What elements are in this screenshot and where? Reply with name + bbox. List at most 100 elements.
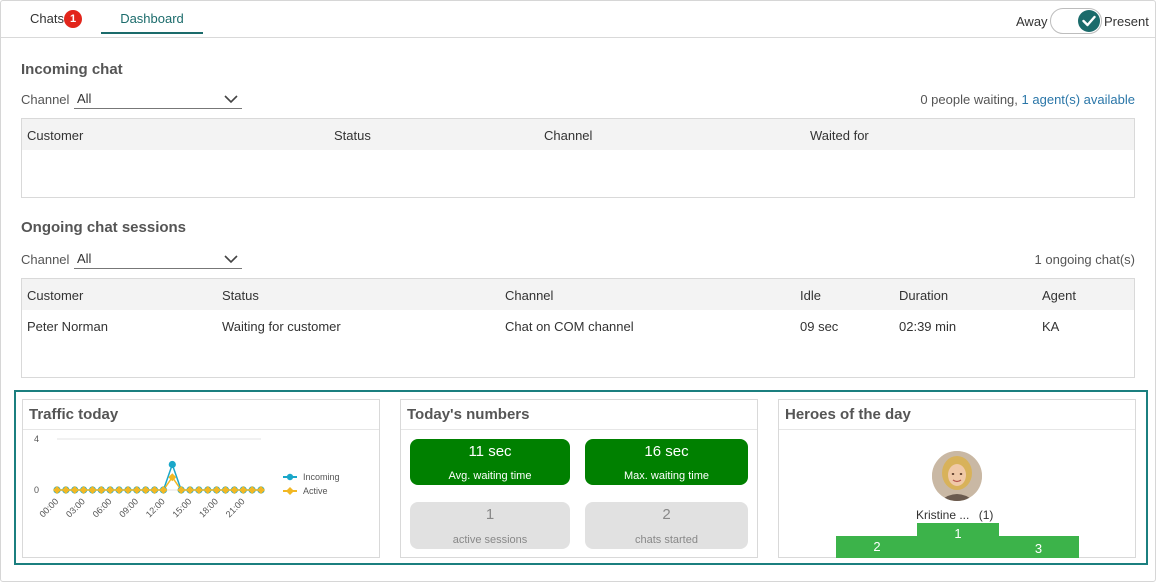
max-waiting-label: Max. waiting time xyxy=(624,470,709,482)
data-point-active xyxy=(53,486,61,494)
podium-second: 2 xyxy=(836,536,918,558)
y-tick-label: 0 xyxy=(34,485,39,495)
max-waiting-value: 16 sec xyxy=(644,443,689,460)
chats-started-value: 2 xyxy=(662,506,671,523)
incoming-channel-select[interactable]: All xyxy=(74,89,242,109)
avg-waiting-label: Avg. waiting time xyxy=(448,470,532,482)
chevron-down-icon xyxy=(224,252,238,267)
data-point-active xyxy=(230,486,239,494)
active-sessions-value: 1 xyxy=(485,506,495,523)
ongoing-table-header: Customer Status Channel Idle Duration Ag… xyxy=(22,279,1134,310)
x-tick-label: 09:00 xyxy=(117,496,140,519)
legend-incoming-marker xyxy=(286,473,294,481)
series-line-active xyxy=(57,475,261,491)
divider xyxy=(779,429,1135,430)
x-tick-label: 12:00 xyxy=(144,496,167,519)
numbers-card: Today's numbers 11 sec Avg. waiting time… xyxy=(400,399,758,558)
ongoing-channel-select[interactable]: All xyxy=(74,249,242,269)
legend-active-marker xyxy=(286,487,294,495)
active-sessions-tile: 1 active sessions xyxy=(410,502,570,549)
cell-channel: Chat on COM channel xyxy=(505,319,634,334)
data-point-active xyxy=(257,486,265,494)
legend-incoming-label: Incoming xyxy=(303,472,340,482)
data-point-active xyxy=(61,486,70,494)
data-point-active xyxy=(106,486,115,494)
traffic-chart: 4 000:00 03:00 06:00 09:00 12:00 15:00 18:00 21:… xyxy=(34,434,340,519)
data-point-active xyxy=(123,486,132,494)
ongoing-channel-label: Channel xyxy=(21,252,70,267)
divider xyxy=(401,429,757,430)
incoming-waiting-info: 0 people waiting, 1 agent(s) available xyxy=(920,92,1135,107)
cell-agent: KA xyxy=(1042,319,1060,334)
data-point-active xyxy=(141,486,150,494)
hero-name: Kristine ... (1) xyxy=(916,508,993,522)
x-tick-label: 15:00 xyxy=(170,496,193,519)
avg-waiting-tile: 11 sec Avg. waiting time xyxy=(410,439,570,485)
people-waiting-text: 0 people waiting, xyxy=(920,92,1018,107)
data-point-active xyxy=(115,486,124,494)
x-tick-label: 03:00 xyxy=(64,496,87,519)
avg-waiting-value: 11 sec xyxy=(468,443,512,460)
data-point-active xyxy=(79,486,88,494)
data-point-active xyxy=(186,486,195,494)
presence-toggle[interactable] xyxy=(1050,8,1102,34)
traffic-title: Traffic today xyxy=(29,406,119,423)
incoming-channel-value: All xyxy=(77,91,92,106)
away-label: Away xyxy=(1016,14,1048,29)
x-tick-label: 18:00 xyxy=(197,496,220,519)
col-channel: Channel xyxy=(544,128,593,143)
data-point-active xyxy=(150,486,159,494)
active-sessions-label: active sessions xyxy=(452,534,528,546)
data-point-active xyxy=(239,486,248,494)
data-point-active xyxy=(70,486,79,494)
data-point-active xyxy=(203,486,212,494)
ongoing-channel-value: All xyxy=(77,251,92,266)
podium-first: 1 xyxy=(917,523,999,558)
ongoing-count: 1 ongoing chat(s) xyxy=(1034,252,1135,267)
col-waited-for: Waited for xyxy=(810,128,869,143)
avatar xyxy=(932,451,982,501)
data-point-incoming xyxy=(168,460,176,469)
col-status: Status xyxy=(222,288,259,303)
col-status: Status xyxy=(334,128,371,143)
table-row[interactable]: Peter Norman Waiting for customer Chat o… xyxy=(22,310,1134,342)
cell-status: Waiting for customer xyxy=(222,319,341,334)
chevron-down-icon xyxy=(224,92,238,107)
incoming-channel-label: Channel xyxy=(21,92,70,107)
data-point-active xyxy=(132,486,141,494)
tab-chats-label: Chats xyxy=(30,11,64,26)
heroes-card: Heroes of the day Kristine ... (1) 2 1 3 xyxy=(778,399,1136,558)
incoming-chat-table: Customer Status Channel Waited for xyxy=(21,118,1135,198)
tab-dashboard[interactable]: Dashboard xyxy=(101,1,203,34)
legend-active-label: Active xyxy=(303,486,328,496)
numbers-title: Today's numbers xyxy=(407,406,530,423)
ongoing-sessions-table: Customer Status Channel Idle Duration Ag… xyxy=(21,278,1135,378)
hero-name-text: Kristine ... xyxy=(916,508,970,522)
col-duration: Duration xyxy=(899,288,949,303)
present-label: Present xyxy=(1104,14,1149,29)
col-customer: Customer xyxy=(27,288,84,303)
data-point-active xyxy=(221,486,230,494)
x-tick-label: 00:00 xyxy=(37,496,60,519)
ongoing-sessions-title: Ongoing chat sessions xyxy=(21,219,187,236)
agents-available-link[interactable]: 1 agent(s) available xyxy=(1022,92,1135,107)
col-customer: Customer xyxy=(27,128,84,143)
heroes-title: Heroes of the day xyxy=(785,406,911,423)
max-waiting-tile: 16 sec Max. waiting time xyxy=(585,439,748,485)
podium-third: 3 xyxy=(998,536,1079,558)
col-idle: Idle xyxy=(800,288,821,303)
chats-started-tile: 2 chats started xyxy=(585,502,748,549)
data-point-active xyxy=(97,486,106,494)
chats-started-label: chats started xyxy=(635,534,698,546)
x-tick-label: 21:00 xyxy=(224,496,247,519)
hero-count: (1) xyxy=(978,508,994,522)
top-bar: Chats 1 Dashboard xyxy=(1,1,1155,38)
data-point-active xyxy=(212,486,221,494)
cell-idle: 09 sec xyxy=(800,319,839,334)
unread-badge: 1 xyxy=(64,10,82,28)
tab-chats[interactable]: Chats 1 xyxy=(30,1,82,36)
dashboard-widgets: Traffic today 4 0 00:00 03:00 06:00 09:00 12:0… xyxy=(14,390,1148,565)
tab-dashboard-label: Dashboard xyxy=(120,11,184,26)
y-tick-label: 4 xyxy=(34,434,39,444)
data-point-active xyxy=(88,486,97,494)
